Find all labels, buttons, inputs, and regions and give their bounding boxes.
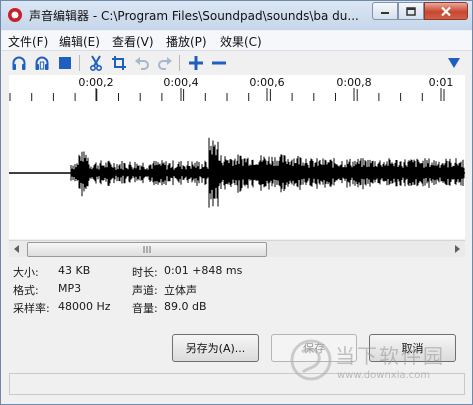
channels-label: 声道: bbox=[132, 284, 158, 297]
menu-effects[interactable]: 效果(C) bbox=[220, 33, 262, 50]
close-button[interactable] bbox=[424, 2, 468, 20]
size-label: 大小: bbox=[13, 266, 39, 279]
dropdown-arrow-icon[interactable] bbox=[445, 54, 463, 72]
zoom-out-icon[interactable] bbox=[210, 54, 228, 72]
volume-value: 89.0 dB bbox=[164, 300, 207, 313]
size-value: 43 KB bbox=[58, 264, 91, 277]
menu-view[interactable]: 查看(V) bbox=[112, 33, 154, 50]
menu-bar: 文件(F) 编辑(E) 查看(V) 播放(P) 效果(C) bbox=[1, 31, 472, 51]
toolbar-separator bbox=[179, 55, 180, 71]
minimize-button[interactable] bbox=[372, 2, 398, 20]
app-logo-icon bbox=[7, 7, 23, 23]
timeline-ticks bbox=[9, 88, 445, 101]
scroll-left-arrow-icon[interactable] bbox=[9, 241, 25, 257]
channels-value: 立体声 bbox=[164, 284, 197, 297]
stop-icon[interactable] bbox=[56, 54, 74, 72]
duration-value: 0:01 +848 ms bbox=[164, 264, 243, 277]
horizontal-scrollbar[interactable] bbox=[9, 240, 465, 257]
save-as-button[interactable]: 另存为(A)... bbox=[172, 334, 259, 362]
maximize-button[interactable] bbox=[398, 2, 424, 20]
menu-file[interactable]: 文件(F) bbox=[8, 33, 48, 50]
status-bar bbox=[9, 373, 465, 395]
samplerate-label: 采样率: bbox=[13, 302, 50, 315]
scroll-right-arrow-icon[interactable] bbox=[449, 241, 465, 257]
toolbar bbox=[1, 51, 472, 75]
window-title: 声音编辑器 - C:\Program Files\Soundpad\sounds… bbox=[29, 9, 359, 23]
menu-play[interactable]: 播放(P) bbox=[166, 33, 207, 50]
title-bar: 声音编辑器 - C:\Program Files\Soundpad\sounds… bbox=[1, 1, 472, 30]
format-value: MP3 bbox=[58, 282, 82, 295]
duration-label: 时长: bbox=[132, 266, 158, 279]
save-button[interactable]: 保存 bbox=[271, 334, 357, 362]
waveform bbox=[9, 137, 465, 208]
waveform-view[interactable] bbox=[9, 105, 465, 239]
scrollbar-thumb[interactable] bbox=[27, 242, 267, 257]
cancel-button[interactable]: 取消 bbox=[369, 334, 456, 362]
format-label: 格式: bbox=[13, 284, 39, 297]
headphones-icon[interactable] bbox=[10, 54, 28, 72]
crop-icon[interactable] bbox=[110, 54, 128, 72]
volume-label: 音量: bbox=[132, 302, 158, 315]
zoom-in-icon[interactable] bbox=[187, 54, 205, 72]
cut-icon[interactable] bbox=[87, 54, 105, 72]
sound-editor-window: 声音编辑器 - C:\Program Files\Soundpad\sounds… bbox=[0, 0, 473, 405]
headphones-selection-icon[interactable] bbox=[33, 54, 51, 72]
undo-icon[interactable] bbox=[133, 54, 151, 72]
menu-edit[interactable]: 编辑(E) bbox=[59, 33, 100, 50]
toolbar-separator bbox=[79, 55, 80, 71]
samplerate-value: 48000 Hz bbox=[58, 300, 111, 313]
redo-icon[interactable] bbox=[156, 54, 174, 72]
timeline-ruler[interactable]: 0:00,2 0:00,4 0:00,6 0:00,8 0:01 bbox=[9, 75, 465, 105]
